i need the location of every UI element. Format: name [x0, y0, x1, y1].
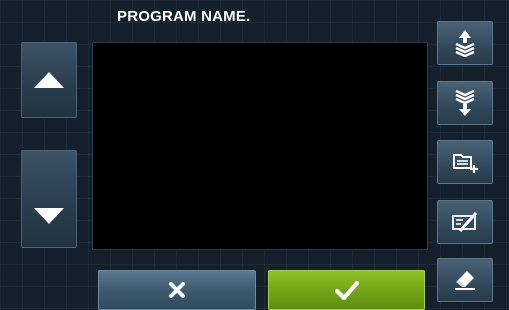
scroll-up-button[interactable]	[21, 42, 77, 118]
add-folder-button[interactable]	[437, 140, 493, 184]
confirm-button[interactable]	[268, 270, 425, 310]
program-name-display[interactable]	[92, 42, 428, 250]
move-down-button[interactable]	[437, 81, 493, 125]
stack-arrow-up-icon	[455, 30, 475, 57]
folder-add-icon	[453, 154, 478, 173]
page-title: PROGRAM NAME.	[117, 8, 251, 25]
eraser-icon	[455, 271, 475, 290]
eraser-button[interactable]	[437, 258, 493, 302]
check-icon	[334, 280, 359, 300]
close-icon	[169, 282, 185, 298]
edit-name-button[interactable]	[437, 200, 493, 244]
scroll-down-button[interactable]	[21, 150, 77, 248]
rename-icon	[452, 212, 478, 232]
stack-arrow-down-icon	[455, 89, 475, 116]
triangle-up-icon	[34, 72, 64, 88]
triangle-down-icon	[34, 208, 64, 224]
cancel-button[interactable]	[98, 270, 256, 310]
move-up-button[interactable]	[437, 21, 493, 65]
